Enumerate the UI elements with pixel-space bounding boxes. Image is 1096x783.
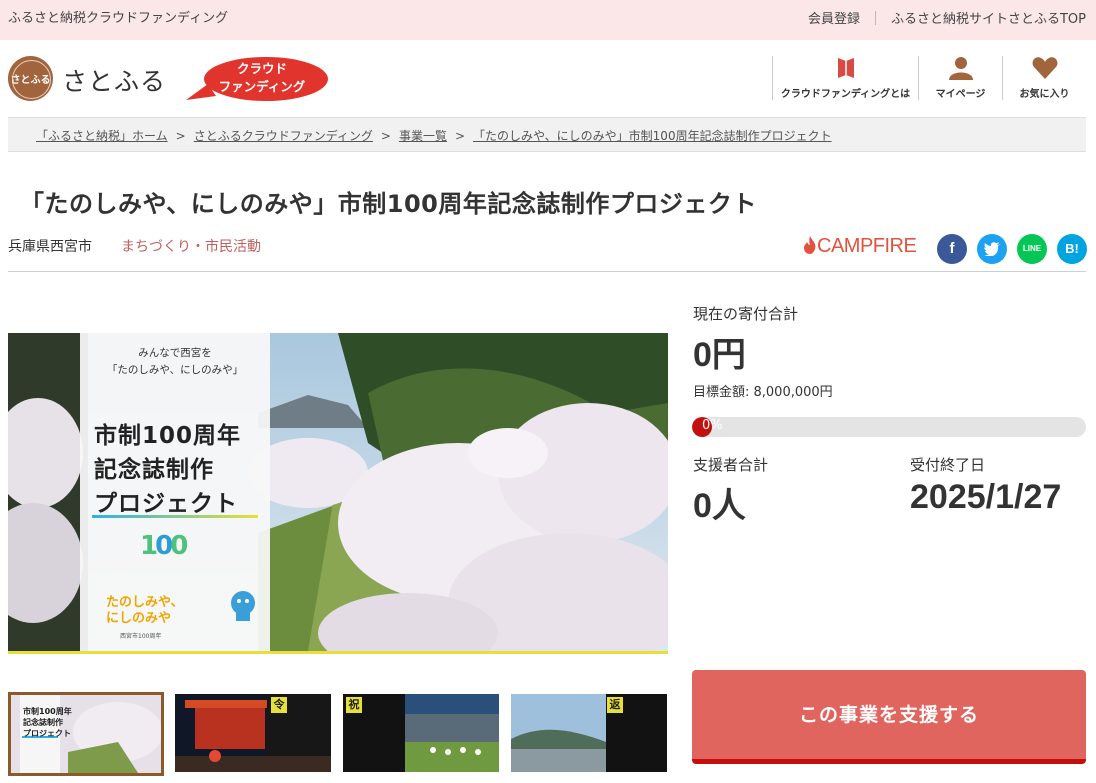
project-location: 兵庫県西宮市: [8, 239, 92, 255]
thumbnail-1[interactable]: 市制100周年 記念誌制作 プロジェクト: [8, 692, 164, 776]
mascot-subtitle: 西宮市100周年: [120, 633, 162, 640]
goal-amount: 目標金額: 8,000,000円: [693, 385, 833, 400]
thumbnail-marker: 祝: [346, 697, 362, 713]
deadline-label: 受付終了日: [910, 456, 986, 474]
project-category-link[interactable]: まちづくり・市民活動: [121, 236, 261, 256]
nav-label: お気に入り: [1019, 89, 1070, 100]
breadcrumb: 「ふるさと納税」ホーム > さとふるクラウドファンディング > 事業一覧 > 「たのしみや、…: [8, 117, 1086, 152]
deadline-value: 2025/1/27: [910, 478, 1062, 516]
thumbnail-image: [175, 694, 331, 772]
city-100th-logo-icon: 100: [140, 531, 188, 561]
page-title: 「たのしみや、にしのみや」市制100周年記念誌制作プロジェクト: [20, 190, 757, 218]
satofull-logo-text[interactable]: さとふる: [62, 62, 166, 98]
heart-icon: [1032, 57, 1057, 79]
nav-label: マイページ: [935, 89, 986, 100]
satofull-top-link[interactable]: ふるさと納税サイトさとふるTOP: [891, 8, 1086, 27]
chevron-right-icon: >: [380, 129, 391, 143]
header-nav: クラウドファンディングとは マイページ お気に入り: [772, 56, 1086, 100]
hatena-bookmark-icon[interactable]: B!: [1057, 234, 1087, 264]
member-register-link[interactable]: 会員登録: [808, 8, 860, 27]
thumbnail-title: 市制100周年 記念誌制作 プロジェクト: [23, 707, 72, 738]
badge-label: クラウド ファンディング: [218, 61, 306, 94]
breadcrumb-projects[interactable]: 事業一覧: [399, 129, 447, 143]
chevron-right-icon: >: [175, 129, 186, 143]
site-name: ふるさと納税クラウドファンディング: [8, 11, 229, 26]
poster-subtitle: みんなで西宮を 「たのしみや、にしのみや」: [106, 347, 244, 376]
funding-progress-bar: 0%: [692, 417, 1086, 437]
poster-accent-bar: [92, 515, 258, 518]
divider: [8, 271, 1086, 272]
twitter-share-icon[interactable]: [977, 234, 1007, 264]
image-accent-line: [8, 651, 668, 654]
top-bar: ふるさと納税クラウドファンディング 会員登録 ふるさと納税サイトさとふるTOP: [0, 0, 1096, 40]
chevron-right-icon: >: [454, 129, 466, 143]
crowdfunding-badge[interactable]: クラウド ファンディング: [186, 56, 329, 102]
thumbnail-4[interactable]: 返: [511, 694, 667, 772]
line-share-icon[interactable]: LINE: [1017, 234, 1047, 264]
breadcrumb-crowdfunding[interactable]: さとふるクラウドファンディング: [194, 129, 373, 143]
thumbnail-marker: 返: [607, 697, 623, 713]
logo-mark-text: さとふる: [10, 75, 51, 86]
nav-about-crowdfunding[interactable]: クラウドファンディングとは: [772, 56, 918, 100]
divider: [874, 10, 876, 25]
nav-mypage[interactable]: マイページ: [918, 56, 1002, 100]
bookmark-icon: [837, 58, 854, 78]
user-icon: [948, 57, 973, 80]
mascot-icon: [231, 591, 255, 621]
progress-percent: 0%: [702, 418, 723, 433]
bird-icon: [984, 242, 1000, 257]
flame-icon: [804, 236, 816, 254]
thumbnail-2[interactable]: 令: [175, 694, 331, 772]
mascot-text: たのしみや、 にしのみや: [106, 595, 184, 626]
campfire-logo[interactable]: CAMPFIRE: [803, 235, 917, 258]
support-project-button[interactable]: この事業を支援する: [692, 670, 1086, 764]
poster-main-title: 市制100周年 記念誌制作 プロジェクト: [94, 423, 242, 517]
breadcrumb-current[interactable]: 「たのしみや、にしのみや」市制100周年記念誌制作プロジェクト: [473, 129, 832, 143]
campfire-logo-text: CAMPFIRE: [817, 235, 917, 257]
project-poster: みんなで西宮を 「たのしみや、にしのみや」 市制100周年 記念誌制作 プロジェ…: [80, 333, 270, 651]
thumbnail-image: [343, 694, 499, 772]
facebook-share-icon[interactable]: f: [937, 234, 967, 264]
satofull-logo-icon[interactable]: さとふる: [8, 56, 53, 101]
top-links: 会員登録 ふるさと納税サイトさとふるTOP: [808, 8, 1086, 27]
supporters-label: 支援者合計: [693, 456, 769, 474]
thumbnail-3[interactable]: 祝: [343, 694, 499, 772]
nav-favorites[interactable]: お気に入り: [1002, 56, 1086, 100]
breadcrumb-home[interactable]: 「ふるさと納税」ホーム: [36, 129, 168, 143]
nav-label: クラウドファンディングとは: [780, 89, 911, 100]
total-donation-value: 0円: [693, 336, 746, 374]
supporters-value: 0人: [693, 487, 746, 525]
main-project-image[interactable]: みんなで西宮を 「たのしみや、にしのみや」 市制100周年 記念誌制作 プロジェ…: [8, 333, 668, 651]
thumbnail-marker: 令: [271, 697, 287, 713]
thumbnail-image: [511, 694, 667, 772]
total-donation-label: 現在の寄付合計: [693, 305, 799, 323]
